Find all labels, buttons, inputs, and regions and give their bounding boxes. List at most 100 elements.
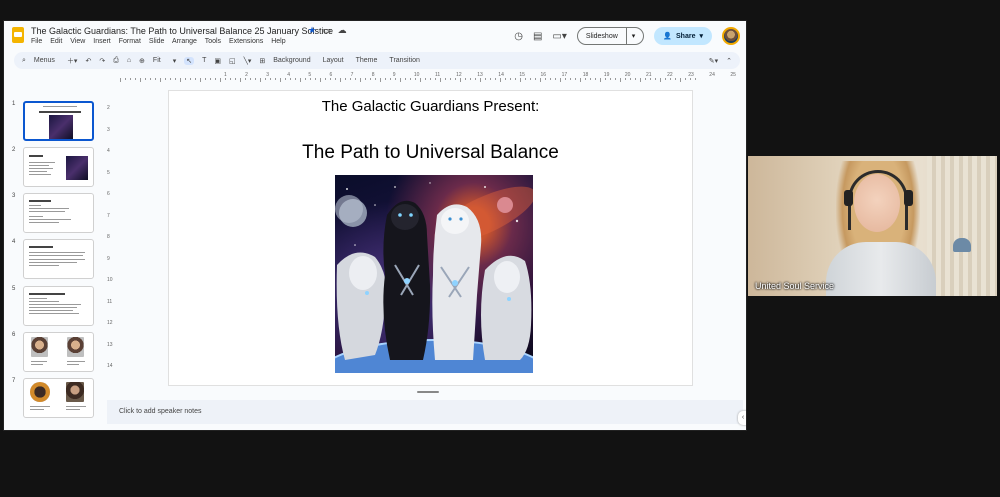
text-box-icon[interactable]: T: [202, 57, 206, 64]
select-pointer-icon[interactable]: ↖: [184, 56, 195, 65]
menu-file[interactable]: File: [31, 38, 42, 45]
share-button[interactable]: 👤 Share ▾: [654, 27, 712, 45]
ruler-tick: [195, 78, 196, 80]
filmstrip: 1 2 3 4 5 6 7: [4, 73, 104, 418]
star-icon[interactable]: ★: [308, 25, 316, 35]
avatar[interactable]: [722, 27, 740, 45]
ruler-tick: [250, 78, 251, 80]
ruler-tick: [525, 78, 526, 80]
ruler-tick: [650, 78, 651, 80]
filmstrip-thumb-1[interactable]: 1: [4, 101, 104, 143]
ruler-tick: [145, 78, 146, 80]
filmstrip-thumb-6[interactable]: 6: [4, 332, 104, 374]
current-slide[interactable]: The Galactic Guardians Present: The Path…: [169, 91, 692, 385]
ruler-tick: [235, 78, 236, 80]
zoom-icon[interactable]: ⊕: [139, 57, 145, 65]
paint-format-icon[interactable]: ⌂: [127, 57, 131, 64]
filmstrip-thumb-7[interactable]: 7: [4, 378, 104, 418]
guardians-art-illustration: [335, 182, 533, 373]
menu-arrange[interactable]: Arrange: [172, 38, 197, 45]
ruler-tick: [455, 78, 456, 80]
ruler-label: 2: [107, 105, 110, 111]
image-icon[interactable]: ▣: [214, 57, 221, 65]
ruler-tick: [325, 78, 326, 80]
background-button[interactable]: Background: [273, 57, 310, 64]
ruler-tick: [490, 78, 491, 80]
ruler-label: 7: [350, 72, 354, 78]
ruler-tick: [495, 78, 496, 80]
participant-video-tile[interactable]: United Soul Service: [748, 156, 997, 296]
move-folder-icon[interactable]: ▭: [323, 25, 332, 35]
notes-resize-handle[interactable]: [417, 391, 439, 393]
ruler-tick: [150, 78, 151, 80]
header-actions: ◷ ▤ ▭▾ Slideshow ▾ 👤 Share ▾: [514, 26, 740, 46]
speaker-notes[interactable]: Click to add speaker notes: [107, 400, 743, 424]
toolbar-right: ✎▾ ⌃: [709, 57, 732, 65]
menu-slide[interactable]: Slide: [149, 38, 165, 45]
ruler-tick: [480, 78, 481, 82]
collapse-toolbar-icon[interactable]: ⌃: [726, 57, 732, 65]
transition-button[interactable]: Transition: [389, 57, 419, 64]
layout-button[interactable]: Layout: [323, 57, 344, 64]
theme-button[interactable]: Theme: [356, 57, 378, 64]
menu-extensions[interactable]: Extensions: [229, 38, 263, 45]
filmstrip-thumb-5[interactable]: 5: [4, 286, 104, 328]
ruler-tick: [420, 78, 421, 82]
ruler-label: 5: [107, 169, 110, 176]
slide-title[interactable]: The Path to Universal Balance: [169, 142, 692, 164]
shape-icon[interactable]: ◱: [229, 57, 236, 65]
slideshow-button[interactable]: Slideshow ▾: [576, 27, 645, 45]
pen-icon[interactable]: ✎▾: [709, 57, 718, 65]
undo-icon[interactable]: ↶: [85, 57, 91, 65]
ruler-label: 11: [107, 298, 113, 305]
menu-edit[interactable]: Edit: [50, 38, 62, 45]
line-icon[interactable]: ╲▾: [244, 57, 252, 65]
slide-number: 2: [12, 147, 16, 153]
menu-view[interactable]: View: [70, 38, 85, 45]
print-icon[interactable]: ⎙: [113, 57, 119, 65]
menu-tools[interactable]: Tools: [205, 38, 221, 45]
menu-insert[interactable]: Insert: [93, 38, 111, 45]
menus-search[interactable]: Menus: [34, 57, 55, 64]
thumbnail: [23, 378, 94, 418]
comment-add-icon[interactable]: ⊞: [259, 57, 265, 65]
ruler-tick: [575, 78, 576, 80]
filmstrip-thumb-3[interactable]: 3: [4, 193, 104, 235]
filmstrip-thumb-2[interactable]: 2: [4, 147, 104, 189]
ruler-tick: [120, 78, 121, 82]
history-icon[interactable]: ◷: [514, 31, 523, 42]
zoom-select[interactable]: Fit: [153, 57, 161, 64]
slide-pre-title[interactable]: The Galactic Guardians Present:: [169, 98, 692, 115]
grid-view-icon[interactable]: ⊞: [15, 429, 23, 430]
ruler-tick: [285, 78, 286, 80]
ruler-tick: [635, 78, 636, 80]
ruler-tick: [330, 78, 331, 80]
comments-icon[interactable]: ▤: [533, 31, 542, 42]
thumbnail: [23, 147, 94, 187]
search-icon[interactable]: ⌕: [22, 57, 26, 65]
chevron-down-icon[interactable]: ▾: [632, 32, 636, 40]
document-title[interactable]: The Galactic Guardians: The Path to Univ…: [31, 26, 333, 36]
menu-format[interactable]: Format: [119, 38, 141, 45]
collapse-filmstrip-icon[interactable]: ‹: [38, 429, 41, 430]
meeting-stage: The Galactic Guardians: The Path to Univ…: [0, 0, 1000, 497]
meet-icon[interactable]: ▭▾: [552, 31, 566, 42]
ruler-tick: [355, 78, 356, 80]
guardians-artwork[interactable]: [335, 175, 533, 373]
filmstrip-thumb-4[interactable]: 4: [4, 239, 104, 281]
cloud-status-icon[interactable]: ☁: [338, 25, 347, 35]
slides-logo-icon[interactable]: [12, 27, 24, 43]
slide-number: 3: [12, 193, 16, 199]
ruler-tick: [310, 78, 311, 80]
ruler-tick: [585, 78, 586, 80]
menu-help[interactable]: Help: [271, 38, 285, 45]
chevron-down-icon[interactable]: ▾: [173, 57, 177, 65]
redo-icon[interactable]: ↷: [99, 57, 105, 65]
ruler-tick: [405, 78, 406, 80]
new-slide-icon[interactable]: ＋▾: [67, 56, 78, 66]
ruler-tick: [165, 78, 166, 80]
ruler-tick: [320, 78, 321, 82]
ruler-tick: [550, 78, 551, 80]
side-panel-expand-icon[interactable]: ‹: [738, 411, 746, 425]
ruler-tick: [595, 78, 596, 80]
